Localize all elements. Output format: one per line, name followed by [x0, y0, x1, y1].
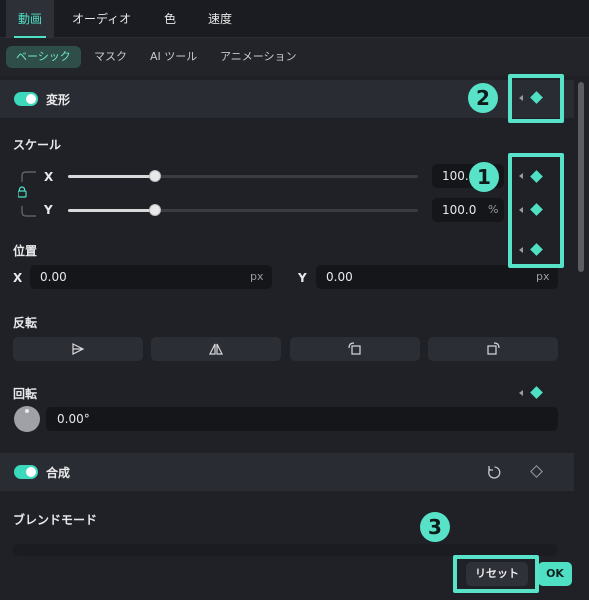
position-label: 位置 [13, 244, 38, 258]
scale-y-label: Y [44, 203, 53, 217]
annotation-highlight-keyframes [508, 153, 564, 268]
position-x-unit: px [250, 270, 264, 283]
position-y-label: Y [298, 271, 307, 285]
blend-mode-label: ブレンドモード [13, 513, 98, 527]
position-y-unit: px [536, 270, 550, 283]
rotate-left-icon [348, 342, 361, 355]
annotation-badge: 1 [469, 162, 499, 192]
tab-video[interactable]: 動画 [6, 0, 55, 38]
scrollbar[interactable] [578, 82, 584, 272]
scale-x-fill [68, 175, 155, 178]
scale-y-fill [68, 209, 155, 212]
annotation-badge: 3 [420, 512, 450, 542]
position-x-label: X [13, 271, 23, 285]
rotation-input[interactable] [46, 407, 558, 431]
keyframe-diamond-icon[interactable] [530, 386, 543, 399]
link-lock-icon[interactable] [18, 170, 38, 218]
ok-button[interactable]: OK [538, 562, 572, 586]
reset-icon[interactable] [487, 465, 502, 480]
tab-audio[interactable]: オーディオ [60, 0, 143, 38]
rotate-right-button[interactable] [428, 337, 558, 361]
scale-label: スケール [13, 138, 62, 152]
rotation-dial-icon[interactable] [13, 405, 41, 433]
top-tab-bar: 動画 オーディオ 色 速度 [0, 0, 589, 38]
position-x-value: 0.00 [40, 270, 67, 284]
prev-keyframe-icon[interactable] [519, 390, 523, 396]
annotation-highlight-reset [453, 555, 539, 593]
rotation-label: 回転 [13, 387, 38, 401]
flip-horizontal-button[interactable] [13, 337, 143, 361]
rotate-left-button[interactable] [290, 337, 420, 361]
scale-x-slider-handle[interactable] [149, 170, 161, 182]
rotation-value: 0.00° [57, 412, 90, 426]
scale-x-label: X [44, 170, 54, 184]
mirror-icon [209, 343, 223, 355]
composite-section-header[interactable]: 合成 [0, 453, 574, 491]
subtab-ai-tools[interactable]: AI ツール [140, 46, 207, 68]
composite-title: 合成 [46, 466, 71, 480]
sub-tab-bar: ベーシック マスク AI ツール アニメーション [0, 38, 589, 76]
flip-horizontal-icon [72, 343, 85, 355]
tab-speed[interactable]: 速度 [196, 0, 244, 38]
flip-label: 反転 [13, 316, 38, 330]
annotation-highlight-keyframe [508, 74, 564, 123]
subtab-mask[interactable]: マスク [84, 46, 137, 68]
tab-color[interactable]: 色 [152, 0, 188, 38]
transform-toggle[interactable] [14, 92, 38, 106]
scale-y-slider-handle[interactable] [149, 204, 161, 216]
subtab-basic[interactable]: ベーシック [6, 46, 81, 68]
transform-title: 変形 [46, 93, 71, 107]
scale-unit: % [488, 203, 499, 216]
scale-y-value: 100.0 [442, 203, 477, 217]
composite-toggle[interactable] [14, 465, 38, 479]
position-y-value: 0.00 [326, 270, 353, 284]
annotation-badge: 2 [468, 83, 498, 113]
subtab-animation[interactable]: アニメーション [210, 46, 307, 68]
flip-vertical-button[interactable] [151, 337, 281, 361]
rotate-right-icon [487, 342, 500, 355]
